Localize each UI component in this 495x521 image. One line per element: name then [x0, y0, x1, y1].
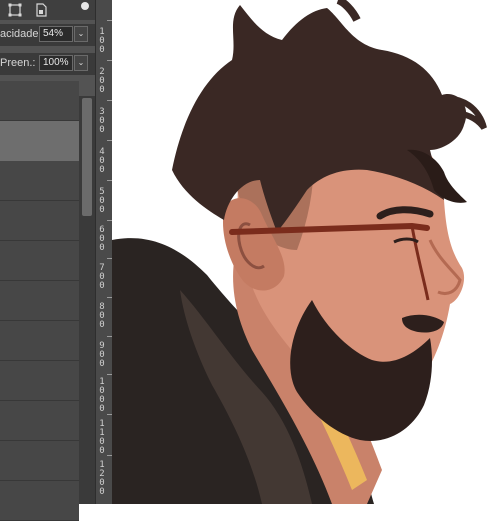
- fill-row: Preen.: 100% ⌄: [0, 53, 95, 75]
- layer-row[interactable]: [0, 441, 79, 481]
- transform-icon[interactable]: [8, 3, 22, 17]
- layer-row[interactable]: [0, 281, 79, 321]
- ruler-label: 1 0 0 0: [99, 377, 105, 414]
- toggle-dot-icon[interactable]: [81, 2, 89, 10]
- ruler-label: 8 0 0: [99, 302, 105, 330]
- ruler-label: 1 2 0 0: [99, 460, 105, 497]
- vertical-ruler: 1 0 0 2 0 0 3 0 0 4 0 0 5 0 0 6 0 0 7 0 …: [95, 0, 112, 504]
- layer-row[interactable]: [0, 81, 79, 121]
- chevron-down-icon[interactable]: ⌄: [74, 55, 88, 71]
- document-icon[interactable]: [34, 3, 48, 17]
- layer-row[interactable]: [0, 241, 79, 281]
- layer-row[interactable]: [0, 201, 79, 241]
- portrait-illustration: [112, 0, 487, 504]
- layer-row[interactable]: [0, 161, 79, 201]
- options-toolbar: [0, 0, 95, 20]
- layer-row[interactable]: [0, 361, 79, 401]
- layer-row-selected[interactable]: [0, 121, 79, 161]
- ruler-label: 4 0 0: [99, 147, 105, 175]
- layer-row[interactable]: [0, 401, 79, 441]
- layer-row[interactable]: [0, 321, 79, 361]
- chevron-down-icon[interactable]: ⌄: [74, 26, 88, 42]
- scrollbar-thumb[interactable]: [82, 98, 92, 216]
- ruler-label: 6 0 0: [99, 225, 105, 253]
- ruler-label: 5 0 0: [99, 187, 105, 215]
- ruler-label: 3 0 0: [99, 107, 105, 135]
- opacity-row: acidade: 54% ⌄: [0, 24, 95, 46]
- document-canvas[interactable]: [112, 0, 495, 504]
- layer-row[interactable]: [0, 481, 79, 521]
- opacity-input[interactable]: 54%: [39, 26, 73, 42]
- opacity-label: acidade:: [0, 28, 42, 40]
- layers-panel: acidade: 54% ⌄ Preen.: 100% ⌄: [0, 0, 95, 521]
- ruler-label: 1 1 0 0: [99, 419, 105, 456]
- fill-label: Preen.:: [0, 57, 36, 69]
- ruler-label: 9 0 0: [99, 341, 105, 369]
- ruler-label: 1 0 0: [99, 27, 105, 55]
- ruler-label: 2 0 0: [99, 67, 105, 95]
- ruler-label: 7 0 0: [99, 263, 105, 291]
- fill-input[interactable]: 100%: [39, 55, 73, 71]
